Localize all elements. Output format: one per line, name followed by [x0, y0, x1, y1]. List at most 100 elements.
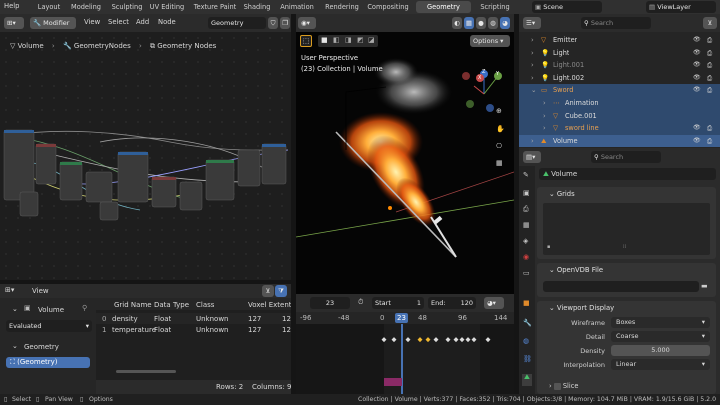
physics-tab-icon[interactable]: ◍: [523, 338, 529, 345]
expand-arrow-icon[interactable]: ›: [531, 34, 534, 47]
visibility-eye-icon[interactable]: 👁: [693, 84, 701, 97]
outliner-row[interactable]: › 💡 Light.001 👁 ⎙: [519, 59, 720, 72]
filter-icon[interactable]: ⊻: [262, 285, 274, 297]
visibility-eye-icon[interactable]: 👁: [693, 47, 701, 60]
collection-tab-icon[interactable]: ▭: [523, 270, 530, 277]
outliner-search-field[interactable]: ⚲ Search: [581, 17, 651, 29]
menu-view[interactable]: View: [84, 18, 100, 26]
expand-arrow-icon[interactable]: ›: [531, 135, 534, 148]
current-frame-field[interactable]: 23: [310, 297, 350, 309]
outliner-row[interactable]: ⌄ ▭ Sword 👁 ⎙: [519, 84, 720, 97]
keyframes-track[interactable]: [296, 324, 514, 394]
visibility-eye-icon[interactable]: 👁: [693, 72, 701, 85]
grids-list[interactable]: ▪ ⁞⁞: [543, 203, 710, 255]
geometry-expand-icon[interactable]: ⌄: [12, 343, 18, 350]
field-value-detail[interactable]: Coarse ▾: [611, 331, 710, 342]
fake-user-icon[interactable]: ⛉: [268, 17, 278, 29]
data-tab-icon[interactable]: ⛰: [522, 374, 532, 386]
list-grip-icon[interactable]: ⁞⁞: [623, 245, 626, 250]
3d-viewport[interactable]: ⬚ ■ ◧ ◨ ◩ ◪ Options ▾ User Perspective (…: [296, 32, 514, 294]
start-frame-field[interactable]: Start 1: [372, 297, 424, 309]
intersect-selection-icon[interactable]: ◪: [368, 36, 375, 44]
zoom-icon[interactable]: ⊕: [496, 108, 502, 115]
xray-icon[interactable]: ▦: [464, 17, 474, 29]
menu-view[interactable]: View: [32, 287, 49, 295]
viewport-editor-type-button[interactable]: ◉▾: [298, 17, 316, 29]
workspace-tab[interactable]: Animation: [278, 1, 316, 13]
expand-arrow-icon[interactable]: ›: [531, 72, 534, 85]
outliner-row[interactable]: › 💡 Light.002 👁 ⎙: [519, 72, 720, 85]
expand-arrow-icon[interactable]: ›: [531, 59, 534, 72]
selected-only-filter-icon[interactable]: ⧩: [275, 285, 287, 297]
render-camera-icon[interactable]: ⎙: [707, 122, 712, 135]
new-copy-icon[interactable]: ❐: [280, 17, 290, 29]
list-resize-icon[interactable]: ▪: [547, 245, 550, 250]
new-selection-icon[interactable]: ■: [321, 36, 328, 44]
camera-view-icon[interactable]: ⎔: [496, 143, 502, 150]
outliner-row[interactable]: › ▽ Cube.001: [519, 109, 720, 123]
geometry-list-item[interactable]: ⛶ (Geometry): [6, 357, 90, 368]
workspace-tab[interactable]: Scripting: [478, 1, 512, 13]
outliner-row[interactable]: › ⛰ Volume 👁 ⎙: [519, 134, 720, 148]
field-value-interpolation[interactable]: Linear ▾: [611, 359, 710, 370]
node-group-field[interactable]: Geometry Nodes: [208, 17, 266, 39]
view-layer-selector[interactable]: ▤ ViewLayer: [646, 1, 716, 13]
render-camera-icon[interactable]: ⎙: [707, 59, 712, 72]
outliner-item-name[interactable]: Light: [553, 47, 569, 60]
outliner-item-name[interactable]: Cube.001: [565, 110, 597, 123]
outliner-item-name[interactable]: sword line: [565, 122, 599, 135]
outliner-item-name[interactable]: Animation: [565, 97, 599, 110]
help-menu[interactable]: Help: [4, 2, 20, 10]
end-frame-field[interactable]: End: 120: [428, 297, 476, 309]
workspace-tab[interactable]: Modeling: [68, 1, 104, 13]
render-camera-icon[interactable]: ⎙: [707, 84, 712, 97]
pan-hand-icon[interactable]: ✋: [496, 126, 505, 133]
subtract-selection-icon[interactable]: ◨: [345, 36, 352, 44]
outliner-editor-type-button[interactable]: ☰▾: [523, 17, 541, 29]
extend-selection-icon[interactable]: ◧: [333, 36, 340, 44]
outliner-item-name[interactable]: Sword: [553, 84, 573, 97]
outliner-row[interactable]: › 💡 Light 👁 ⎙: [519, 47, 720, 60]
workspace-tab[interactable]: UV Editing: [148, 1, 186, 13]
pin-icon[interactable]: ⚲: [82, 305, 87, 312]
outliner-row[interactable]: › ▽ Emitter 👁 ⎙: [519, 34, 720, 47]
viewport-options-dropdown[interactable]: Options ▾: [470, 35, 510, 47]
current-frame-marker[interactable]: 23: [395, 313, 408, 323]
node-editor-canvas[interactable]: ▽ Volume › 🔧 GeometryNodes › ⧉ Geometry …: [0, 32, 291, 280]
outliner-item-name[interactable]: Light.002: [553, 72, 584, 85]
timeline-editor[interactable]: 23 ⏱ Start 1 End: 120 ◕▾ -96 -48 0 23 48…: [296, 294, 514, 394]
slice-subpanel-header[interactable]: › Slice: [549, 382, 578, 390]
visibility-eye-icon[interactable]: 👁: [693, 135, 701, 148]
workspace-tab[interactable]: Layout: [36, 1, 62, 13]
modifier-mode-dropdown[interactable]: 🔧 Modifier ▾: [30, 17, 76, 39]
solid-shading-icon[interactable]: ●: [476, 17, 486, 29]
expand-arrow-icon[interactable]: ›: [543, 97, 546, 110]
expand-arrow-icon[interactable]: ›: [531, 47, 534, 60]
properties-editor-type-button[interactable]: ▤▾: [523, 151, 541, 163]
workspace-tab[interactable]: Sculpting: [108, 1, 146, 13]
outliner-item-name[interactable]: Light.001: [553, 59, 584, 72]
visibility-eye-icon[interactable]: 👁: [693, 122, 701, 135]
workspace-tab[interactable]: Compositing: [365, 1, 411, 13]
menu-add[interactable]: Add: [136, 18, 149, 26]
menu-select[interactable]: Select: [108, 18, 129, 26]
object-tab-icon[interactable]: ■: [523, 300, 530, 307]
viewport-display-panel-header[interactable]: ⌄ Viewport Display: [537, 301, 716, 315]
expand-arrow-icon[interactable]: ›: [543, 122, 546, 135]
workspace-tab[interactable]: Shading: [243, 1, 271, 13]
object-name-field[interactable]: ⛰ Volume: [539, 168, 716, 180]
scene-selector[interactable]: ▣ Scene: [532, 1, 602, 13]
material-shading-icon[interactable]: ◍: [488, 17, 498, 29]
render-tab-icon[interactable]: ▣: [523, 190, 530, 197]
rendered-shading-icon[interactable]: ◕: [500, 17, 510, 29]
expand-arrow-icon[interactable]: ⌄: [531, 84, 537, 97]
constraints-tab-icon[interactable]: ⛓: [523, 356, 532, 363]
frame-ruler[interactable]: -96 -48 0 23 48 96 144: [296, 312, 514, 324]
openvdb-panel-header[interactable]: ⌄ OpenVDB File: [537, 263, 716, 277]
visibility-eye-icon[interactable]: 👁: [693, 34, 701, 47]
grids-panel-header[interactable]: ⌄ Grids: [537, 187, 716, 201]
select-tool-icon[interactable]: ⬚: [300, 35, 312, 47]
properties-search-field[interactable]: ⚲ Search: [591, 151, 661, 163]
view-layer-tab-icon[interactable]: ▦: [523, 222, 530, 229]
world-tab-icon[interactable]: ◉: [523, 254, 529, 261]
